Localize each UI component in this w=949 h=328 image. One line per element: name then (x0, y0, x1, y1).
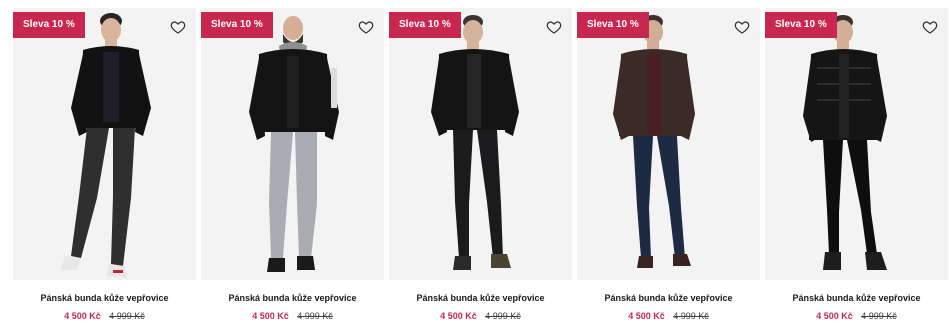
discount-badge: Sleva 10 % (201, 12, 273, 38)
model-photo (431, 15, 519, 270)
original-price: 4 999 Kč (861, 311, 897, 321)
product-image[interactable]: Sleva 10 % (13, 8, 196, 280)
original-price: 4 999 Kč (485, 311, 521, 321)
model-photo (249, 16, 339, 272)
current-price: 4 500 Kč (64, 311, 101, 321)
original-price: 4 999 Kč (109, 311, 145, 321)
current-price: 4 500 Kč (440, 311, 477, 321)
product-title[interactable]: Pánská bunda kůže vepřovice (765, 293, 948, 303)
heart-icon[interactable] (358, 19, 374, 35)
product-title[interactable]: Pánská bunda kůže vepřovice (13, 293, 196, 303)
product-image[interactable]: Sleva 10 % (389, 8, 572, 280)
heart-icon[interactable] (546, 19, 562, 35)
product-title[interactable]: Pánská bunda kůže vepřovice (201, 293, 384, 303)
model-photo (613, 15, 695, 268)
product-grid: Sleva 10 % Pánská bunda kůže vepřovice 4… (0, 0, 949, 328)
product-prices: 4 500 Kč 4 999 Kč (389, 311, 572, 321)
product-image[interactable]: Sleva 10 % (577, 8, 760, 280)
heart-icon[interactable] (734, 19, 750, 35)
original-price: 4 999 Kč (297, 311, 333, 321)
product-prices: 4 500 Kč 4 999 Kč (201, 311, 384, 321)
product-card[interactable]: Sleva 10 % Pánská bunda kůže vepřovice 4… (577, 8, 760, 324)
discount-badge: Sleva 10 % (13, 12, 85, 38)
product-image[interactable]: Sleva 10 % (765, 8, 948, 280)
product-card[interactable]: Sleva 10 % Pánská bunda kůže vepřovice 4… (765, 8, 948, 324)
model-photo (803, 15, 887, 270)
model-photo (61, 13, 151, 278)
product-prices: 4 500 Kč 4 999 Kč (13, 311, 196, 321)
discount-badge: Sleva 10 % (765, 12, 837, 38)
product-card[interactable]: Sleva 10 % Pánská bunda kůže vepřovice 4… (201, 8, 384, 324)
product-prices: 4 500 Kč 4 999 Kč (577, 311, 760, 321)
current-price: 4 500 Kč (816, 311, 853, 321)
product-title[interactable]: Pánská bunda kůže vepřovice (577, 293, 760, 303)
product-image[interactable]: Sleva 10 % (201, 8, 384, 280)
discount-badge: Sleva 10 % (389, 12, 461, 38)
heart-icon[interactable] (922, 19, 938, 35)
product-card[interactable]: Sleva 10 % Pánská bunda kůže vepřovice 4… (389, 8, 572, 324)
original-price: 4 999 Kč (673, 311, 709, 321)
heart-icon[interactable] (170, 19, 186, 35)
current-price: 4 500 Kč (628, 311, 665, 321)
discount-badge: Sleva 10 % (577, 12, 649, 38)
product-title[interactable]: Pánská bunda kůže vepřovice (389, 293, 572, 303)
current-price: 4 500 Kč (252, 311, 289, 321)
product-card[interactable]: Sleva 10 % Pánská bunda kůže vepřovice 4… (13, 8, 196, 324)
product-prices: 4 500 Kč 4 999 Kč (765, 311, 948, 321)
